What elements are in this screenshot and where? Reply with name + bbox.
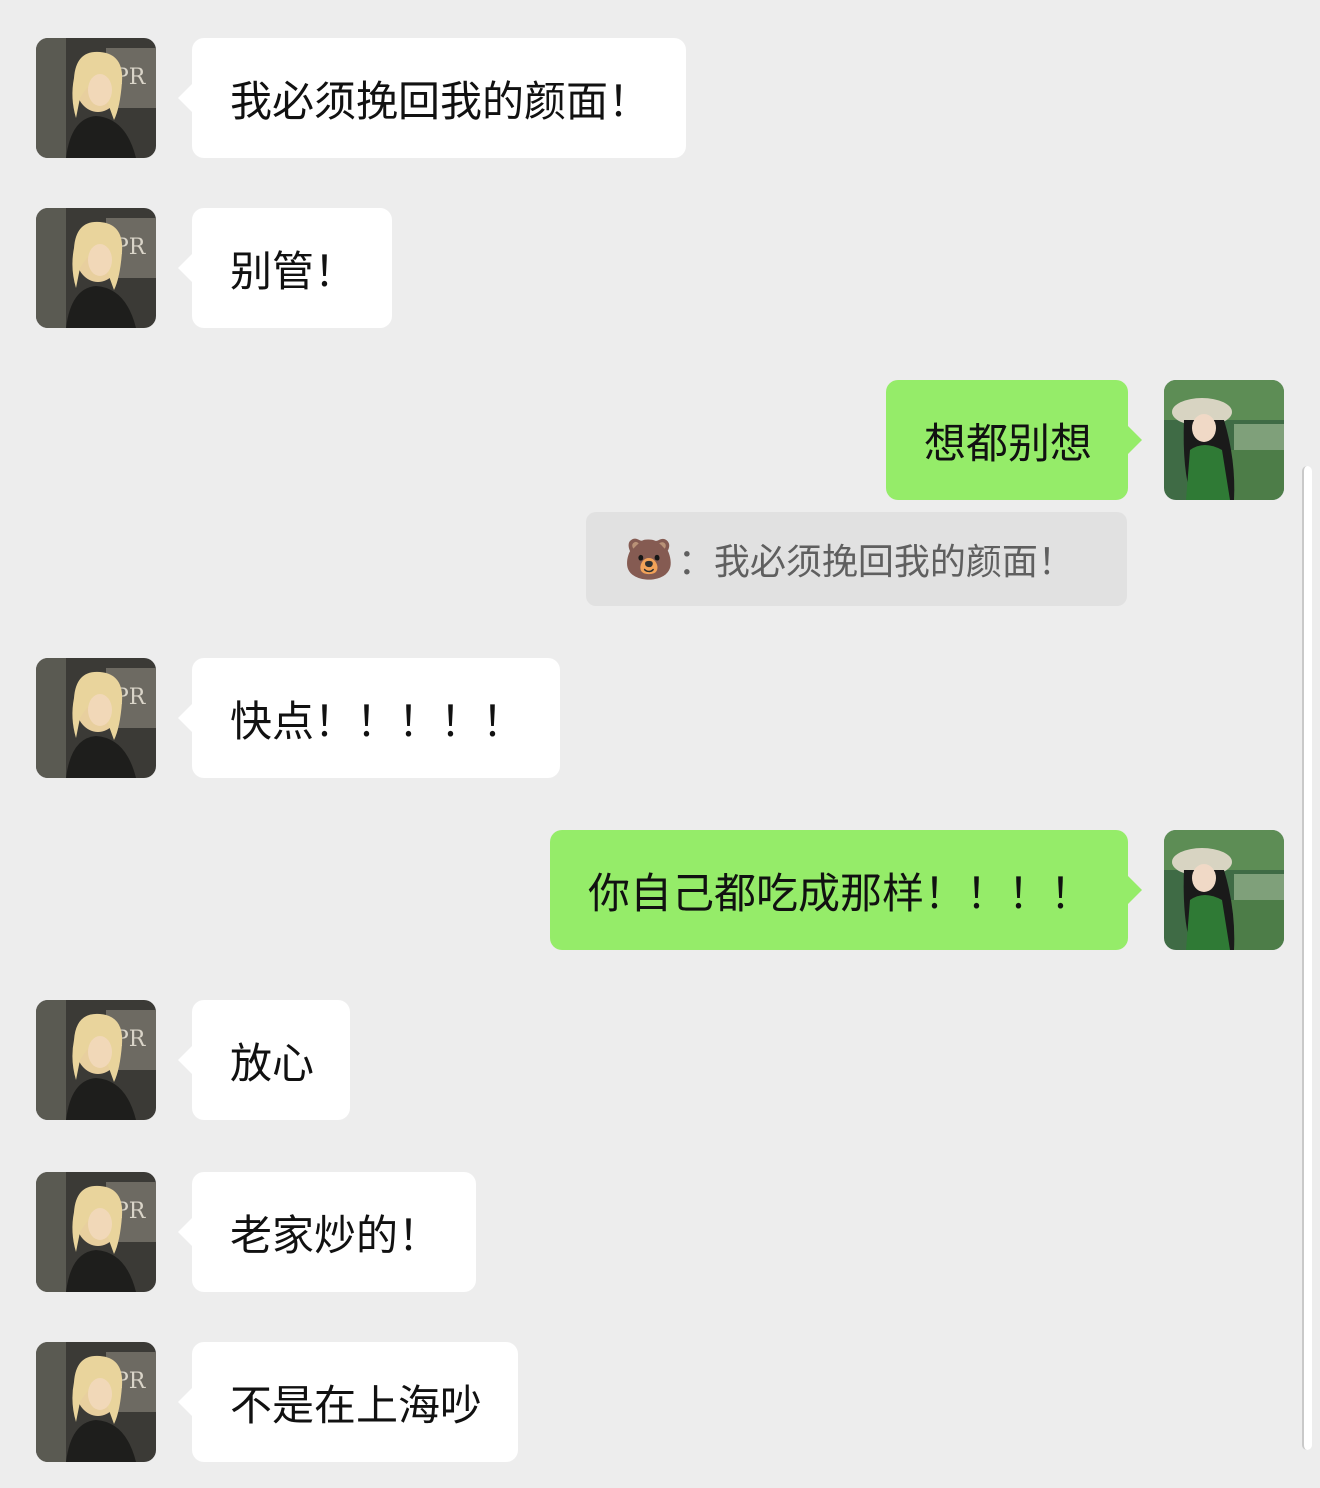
received-message[interactable]: 我必须挽回我的颜面！ [177, 38, 687, 158]
my-photo-icon [1164, 380, 1284, 500]
contact-avatar[interactable] [36, 38, 156, 158]
my-avatar[interactable] [1164, 830, 1284, 950]
scrollbar[interactable] [1302, 466, 1312, 1450]
contact-photo-icon [36, 208, 156, 328]
sent-message[interactable]: 你自己都吃成那样！！！！ [549, 830, 1143, 950]
contact-avatar[interactable] [36, 1000, 156, 1120]
message-text: 别管！ [230, 246, 357, 296]
contact-photo-icon [36, 1342, 156, 1462]
message-text: 想都别想 [923, 418, 1092, 468]
contact-avatar[interactable] [36, 658, 156, 778]
received-message[interactable]: 不是在上海吵 [177, 1342, 519, 1462]
contact-photo-icon [36, 1172, 156, 1292]
message-text: 放心 [230, 1038, 315, 1088]
message-text: 快点！！！！！ [230, 696, 525, 746]
quote-text: 我必须挽回我的颜面！ [713, 542, 1074, 583]
received-message[interactable]: 快点！！！！！ [177, 658, 561, 778]
contact-avatar[interactable] [36, 1342, 156, 1462]
contact-photo-icon [36, 658, 156, 778]
bear-emoji-icon: 🐻 [624, 536, 674, 583]
contact-photo-icon [36, 1000, 156, 1120]
received-message[interactable]: 别管！ [177, 208, 393, 328]
my-photo-icon [1164, 830, 1284, 950]
message-text: 我必须挽回我的颜面！ [230, 76, 651, 126]
message-text: 不是在上海吵 [230, 1380, 483, 1430]
message-text: 你自己都吃成那样！！！！ [587, 868, 1092, 918]
sent-message[interactable]: 想都别想 [885, 380, 1143, 500]
contact-photo-icon [36, 38, 156, 158]
contact-avatar[interactable] [36, 208, 156, 328]
received-message[interactable]: 老家炒的！ [177, 1172, 477, 1292]
message-text: 老家炒的！ [230, 1210, 441, 1260]
my-avatar[interactable] [1164, 380, 1284, 500]
contact-avatar[interactable] [36, 1172, 156, 1292]
quoted-message[interactable]: 🐻 ： 我必须挽回我的颜面！ [586, 512, 1127, 606]
quote-separator: ： [677, 542, 714, 583]
received-message[interactable]: 放心 [177, 1000, 351, 1120]
